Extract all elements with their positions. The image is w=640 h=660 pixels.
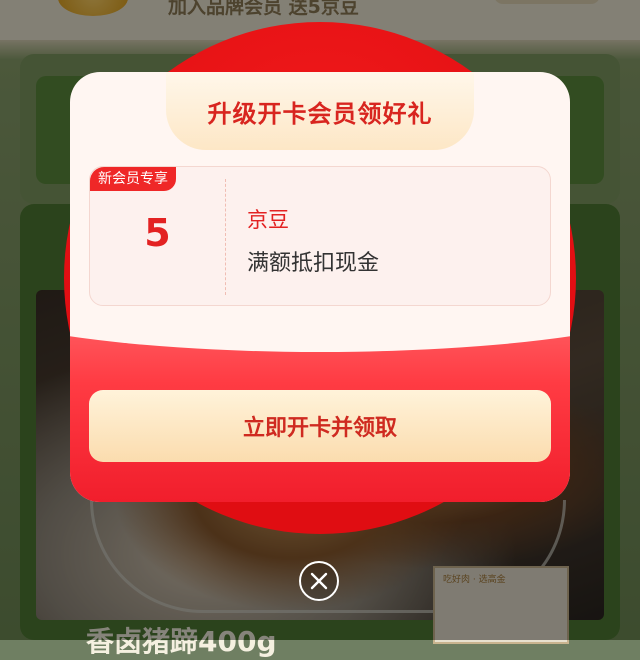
open-card-claim-button[interactable]: 立即开卡并领取 bbox=[89, 390, 551, 462]
close-icon bbox=[310, 572, 328, 590]
modal-title: 升级开卡会员领好礼 bbox=[207, 100, 433, 128]
coupon-description: 满额抵扣现金 bbox=[247, 251, 380, 276]
modal-title-tab: 升级开卡会员领好礼 bbox=[166, 72, 474, 150]
coupon-amount: 5 bbox=[144, 211, 171, 255]
coupon-card: 新会员专享 5 京豆 满额抵扣现金 bbox=[89, 166, 551, 306]
coupon-name: 京豆 bbox=[247, 208, 289, 232]
close-button[interactable] bbox=[299, 561, 339, 601]
new-member-badge: 新会员专享 bbox=[90, 167, 176, 191]
member-gift-modal: 升级开卡会员领好礼 新会员专享 5 京豆 满额抵扣现金 立即开卡并领取 bbox=[70, 72, 570, 502]
coupon-divider bbox=[225, 179, 226, 295]
